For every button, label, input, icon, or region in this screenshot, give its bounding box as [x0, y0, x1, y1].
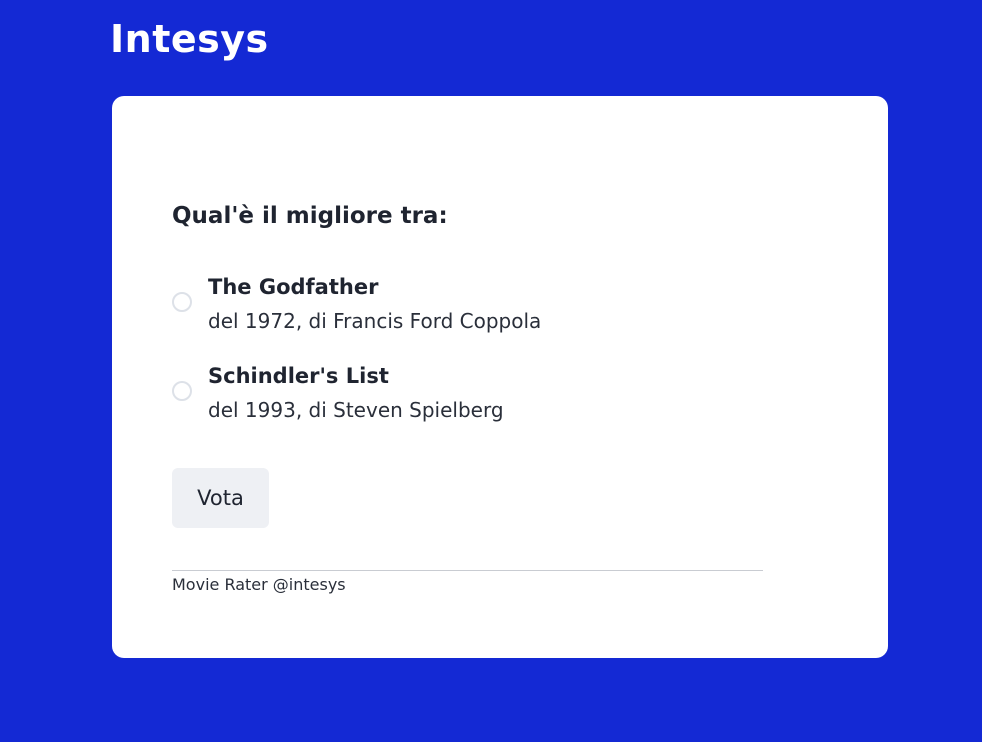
footer-text: Movie Rater @intesys — [172, 575, 346, 594]
brand-logo: Intesys — [110, 17, 269, 61]
poll-option-godfather[interactable]: The Godfather del 1972, di Francis Ford … — [172, 270, 772, 338]
radio-button[interactable] — [172, 381, 192, 401]
poll-option-schindlers-list[interactable]: Schindler's List del 1993, di Steven Spi… — [172, 359, 772, 427]
option-title: The Godfather — [208, 275, 379, 299]
radio-button[interactable] — [172, 292, 192, 312]
vote-button[interactable]: Vota — [172, 468, 269, 528]
option-subtitle: del 1972, di Francis Ford Coppola — [208, 309, 542, 333]
poll-card: Qual'è il migliore tra: The Godfather de… — [112, 96, 888, 658]
divider — [172, 570, 763, 571]
option-subtitle: del 1993, di Steven Spielberg — [208, 398, 504, 422]
poll-question: Qual'è il migliore tra: — [172, 203, 448, 229]
option-title: Schindler's List — [208, 364, 389, 388]
